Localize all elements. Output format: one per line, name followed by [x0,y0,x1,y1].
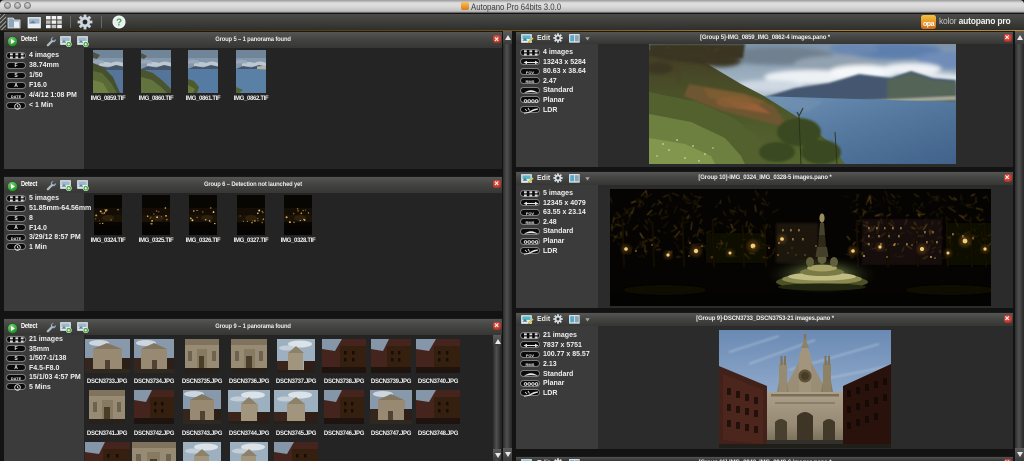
svg-text:?: ? [116,18,122,29]
svg-text:opa: opa [923,21,935,28]
